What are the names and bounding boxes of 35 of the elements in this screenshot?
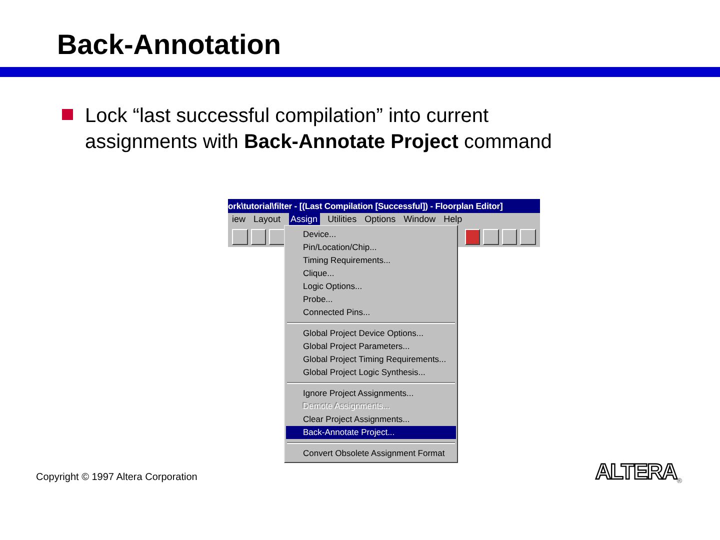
menu-item[interactable]: Probe...: [286, 293, 456, 306]
menu-item[interactable]: Connected Pins...: [286, 306, 456, 319]
bullet-icon: [62, 109, 73, 120]
toolbar-icon[interactable]: [483, 229, 499, 245]
logo-text: ALTERA: [595, 459, 677, 485]
menu-bar-item[interactable]: Layout: [254, 213, 281, 226]
menu-item[interactable]: Pin/Location/Chip...: [286, 241, 456, 254]
menu-bar-item[interactable]: iew: [232, 213, 246, 226]
menu-item[interactable]: Back-Annotate Project...: [286, 426, 456, 439]
menu-item[interactable]: Timing Requirements...: [286, 254, 456, 267]
menu-item[interactable]: Device...: [286, 228, 456, 241]
menu-item[interactable]: Ignore Project Assignments...: [286, 387, 456, 400]
window-title: ork\tutorial\filter - [(Last Compilation [Successful]) - Floorplan Editor]: [228, 199, 540, 213]
toolbar-icon[interactable]: [520, 229, 536, 245]
menu-item[interactable]: Global Project Device Options...: [286, 327, 456, 340]
toolbar-icon[interactable]: [502, 229, 518, 245]
toolbar-icon[interactable]: [232, 229, 248, 245]
toolbar-icon[interactable]: [250, 229, 266, 245]
menu-bar-item[interactable]: Help: [444, 213, 462, 226]
menu-item[interactable]: Global Project Timing Requirements...: [286, 353, 456, 366]
menu-item[interactable]: Global Project Parameters...: [286, 340, 456, 353]
toolbar-icon[interactable]: [464, 229, 480, 245]
menu-item[interactable]: Clear Project Assignments...: [286, 413, 456, 426]
toolbar-icon[interactable]: [269, 229, 285, 245]
slide-title: Back-Annotation: [56, 28, 282, 62]
copyright-text: Copyright © 1997 Altera Corporation: [36, 472, 198, 483]
menu-bar-item[interactable]: Window: [404, 213, 436, 226]
menu-item[interactable]: Logic Options...: [286, 280, 456, 293]
bullet-text: Lock “last successful compilation” into current assignments with Back-Annotate Project command: [85, 104, 553, 155]
menu-bar-item[interactable]: Utilities: [328, 213, 357, 226]
menu-bar-item[interactable]: Assign: [288, 213, 320, 226]
menu-item[interactable]: Global Project Logic Synthesis...: [286, 366, 456, 379]
menu-bar-item[interactable]: Options: [364, 213, 396, 226]
menu-item[interactable]: Convert Obsolete Assignment Format: [286, 447, 456, 460]
menu-item[interactable]: Clique...: [286, 267, 456, 280]
